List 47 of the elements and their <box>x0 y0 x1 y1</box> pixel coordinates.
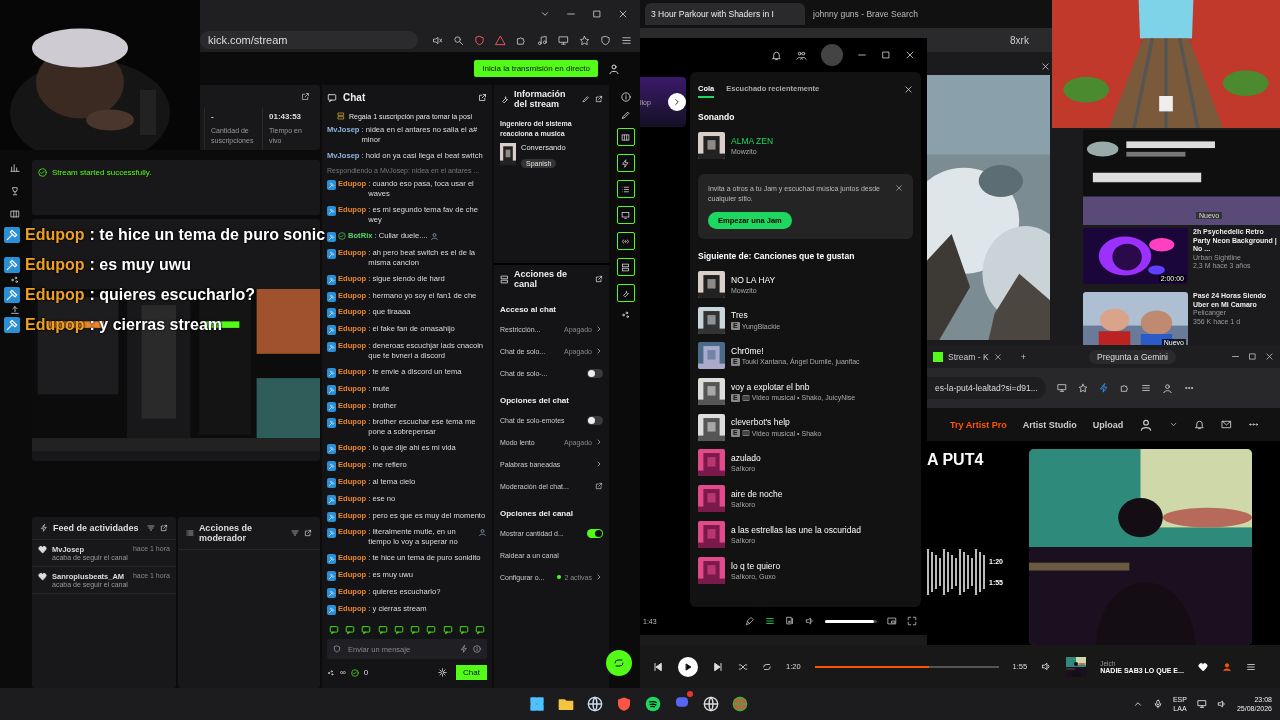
track-title[interactable]: ALMA ZEN <box>731 136 774 147</box>
nav-link[interactable]: Upload <box>1092 419 1124 430</box>
go-live-button[interactable]: Inicia la transmisión en directo <box>474 60 598 77</box>
overlay-username: Edupop <box>25 256 85 274</box>
panel-title: Chat <box>343 92 367 103</box>
overlay-username: Edupop <box>25 316 85 334</box>
infinity-label: ∞ <box>340 668 346 677</box>
track-title[interactable]: azulado <box>731 453 761 464</box>
track-title[interactable]: aire de noche <box>731 489 783 500</box>
panel-title: Acciones de canal <box>514 269 569 289</box>
section-heading: Opciones del canal <box>500 509 574 518</box>
section-heading: Sonando <box>698 112 736 122</box>
track-title[interactable]: Tres <box>731 310 781 321</box>
panel-title: Información del stream <box>514 89 567 109</box>
gemini-button[interactable]: Pregunta a Gemini <box>1088 349 1176 364</box>
track-title[interactable]: a las estrellas las une la oscuridad <box>731 524 861 535</box>
nav-link[interactable]: Artist Studio <box>1022 419 1077 430</box>
send-button[interactable]: Chat <box>456 665 487 680</box>
track-title[interactable]: Chr0me! <box>731 345 860 356</box>
browser-tab[interactable]: johnny guns - Brave Search <box>807 3 967 25</box>
nav-link[interactable]: Try Artist Pro <box>950 419 1007 430</box>
address-field[interactable]: 8xrk <box>1010 34 1029 46</box>
overlay-message: : es muy uwu <box>89 256 191 274</box>
track-title: A PUT4 <box>927 451 985 469</box>
track-title[interactable]: lo q te quiero <box>731 560 781 571</box>
section-heading: Siguiente de: Canciones que te gustan <box>698 250 856 261</box>
section-heading: Opciones del chat <box>500 396 570 405</box>
track-title[interactable]: NO LA HAY <box>731 275 776 286</box>
address-field[interactable]: es-la-put4-lealtad?si=d91... <box>927 377 1046 399</box>
browser-tab[interactable]: 3 Hour Parkour with Shaders in I <box>645 3 805 25</box>
track-title[interactable]: cleverbot's help <box>731 417 822 428</box>
browser-tab[interactable]: Stream - K <box>948 351 989 362</box>
overlay-message: : y cierras stream <box>89 316 223 334</box>
overlay-message: : te hice un tema de puro sonic <box>89 226 326 244</box>
section-heading: Acceso al chat <box>500 305 558 314</box>
new-tab-button[interactable]: + <box>1021 351 1026 362</box>
stat-value: - <box>211 112 215 121</box>
success-message: Stream started successfully. <box>52 168 152 177</box>
address-field[interactable]: kick.com/stream <box>200 31 418 49</box>
viewer-count: 0 <box>363 668 369 677</box>
panel-title: Feed de actividades <box>53 523 140 533</box>
panel-title: Acciones de moderador <box>198 523 253 543</box>
overlay-username: Edupop <box>25 286 85 304</box>
track-title[interactable]: voy a explotar el bnb <box>731 381 856 392</box>
overlay-message: : quieres escucharlo? <box>89 286 255 304</box>
overlay-username: Edupop <box>25 226 85 244</box>
stat-value: 01:43:53 <box>269 112 303 121</box>
